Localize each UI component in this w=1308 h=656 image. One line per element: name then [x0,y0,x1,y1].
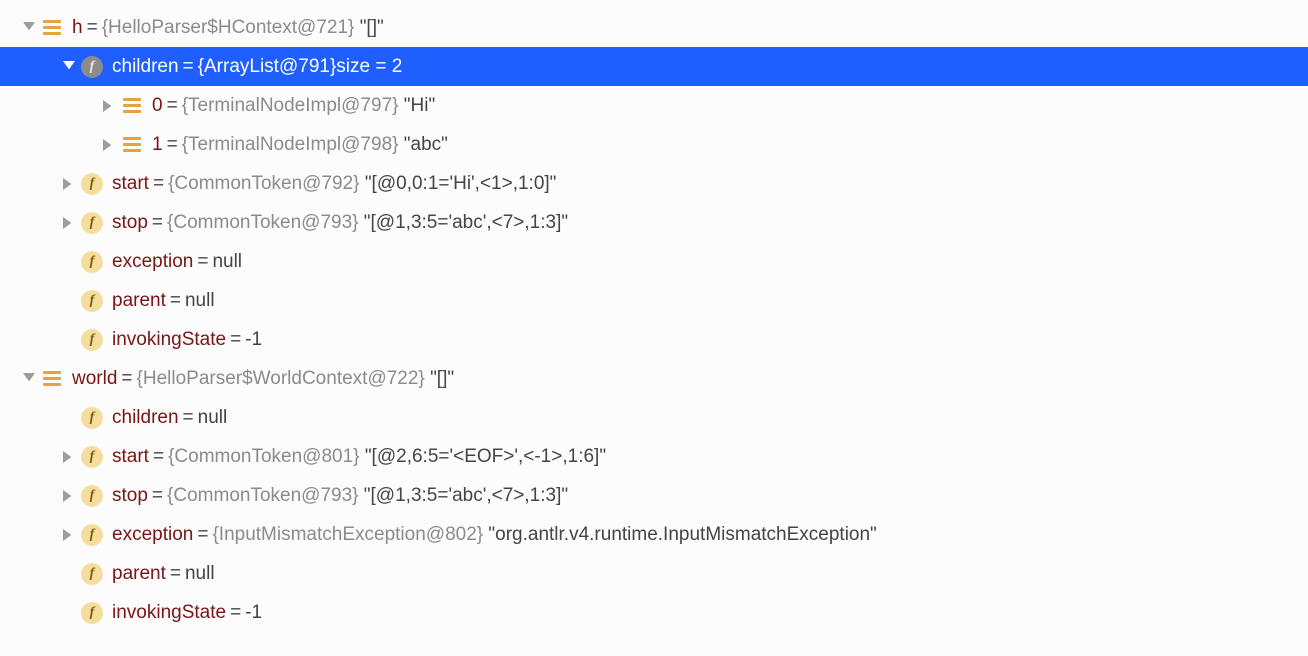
var-name: 0 [152,95,163,117]
var-name: exception [112,251,193,273]
collapse-arrow-icon[interactable] [58,178,80,190]
var-value: size = 2 [336,56,402,78]
var-name: parent [112,563,166,585]
field-icon: f [80,289,104,313]
tree-row[interactable]: f exception = null [0,242,1308,281]
collapse-arrow-icon[interactable] [58,451,80,463]
var-type: {ArrayList@791} [198,56,337,78]
tree-row[interactable]: f parent = null [0,281,1308,320]
var-name: world [72,368,117,390]
tree-row[interactable]: f stop = {CommonToken@793} "[@1,3:5='abc… [0,203,1308,242]
tree-row[interactable]: f invokingState = -1 [0,593,1308,632]
var-type: {TerminalNodeImpl@798} [182,134,399,156]
var-value: "[]" [354,17,383,39]
collapse-arrow-icon[interactable] [98,139,120,151]
var-value: null [198,407,228,429]
var-type: {HelloParser$HContext@721} [102,17,355,39]
tree-row-h[interactable]: h = {HelloParser$HContext@721} "[]" [0,8,1308,47]
var-type: {HelloParser$WorldContext@722} [137,368,425,390]
expand-arrow-icon[interactable] [18,373,40,385]
tree-row[interactable]: f children = null [0,398,1308,437]
var-name: start [112,173,149,195]
var-value: null [212,251,242,273]
array-icon [40,367,64,391]
tree-row-h-children[interactable]: f children = {ArrayList@791} size = 2 [0,47,1308,86]
var-value: "[@1,3:5='abc',<7>,1:3]" [359,212,569,234]
var-type: {CommonToken@793} [167,212,358,234]
field-icon: f [80,523,104,547]
field-icon: f [80,55,104,79]
tree-row[interactable]: f parent = null [0,554,1308,593]
var-name: stop [112,485,148,507]
tree-row[interactable]: f exception = {InputMismatchException@80… [0,515,1308,554]
field-icon: f [80,601,104,625]
expand-arrow-icon[interactable] [58,61,80,73]
array-icon [120,94,144,118]
var-value: "[@2,6:5='<EOF>',<-1>,1:6]" [360,446,607,468]
var-value: "[@0,0:1='Hi',<1>,1:0]" [360,173,557,195]
var-type: {CommonToken@793} [167,485,358,507]
field-icon: f [80,211,104,235]
var-value: null [185,563,215,585]
var-name: 1 [152,134,163,156]
collapse-arrow-icon[interactable] [58,529,80,541]
field-icon: f [80,562,104,586]
field-icon: f [80,328,104,352]
var-name: invokingState [112,602,226,624]
collapse-arrow-icon[interactable] [98,100,120,112]
array-icon [40,16,64,40]
array-icon [120,133,144,157]
var-type: {TerminalNodeImpl@797} [182,95,399,117]
var-name: children [112,56,179,78]
var-type: {InputMismatchException@802} [212,524,483,546]
var-value: "[@1,3:5='abc',<7>,1:3]" [359,485,569,507]
var-name: children [112,407,179,429]
field-icon: f [80,172,104,196]
tree-row-array-item[interactable]: 0 = {TerminalNodeImpl@797} "Hi" [0,86,1308,125]
var-name: parent [112,290,166,312]
tree-row[interactable]: f stop = {CommonToken@793} "[@1,3:5='abc… [0,476,1308,515]
field-icon: f [80,250,104,274]
field-icon: f [80,445,104,469]
tree-row[interactable]: f start = {CommonToken@801} "[@2,6:5='<E… [0,437,1308,476]
var-value: "org.antlr.v4.runtime.InputMismatchExcep… [483,524,877,546]
var-name: start [112,446,149,468]
collapse-arrow-icon[interactable] [58,490,80,502]
var-type: {CommonToken@801} [168,446,359,468]
var-value: -1 [245,602,262,624]
variables-tree: h = {HelloParser$HContext@721} "[]" f ch… [0,0,1308,640]
var-name: h [72,17,83,39]
field-icon: f [80,484,104,508]
tree-row[interactable]: f start = {CommonToken@792} "[@0,0:1='Hi… [0,164,1308,203]
var-value: null [185,290,215,312]
var-name: exception [112,524,193,546]
var-value: -1 [245,329,262,351]
var-value: "[]" [425,368,454,390]
var-type: {CommonToken@792} [168,173,359,195]
var-name: stop [112,212,148,234]
tree-row-array-item[interactable]: 1 = {TerminalNodeImpl@798} "abc" [0,125,1308,164]
tree-row[interactable]: f invokingState = -1 [0,320,1308,359]
collapse-arrow-icon[interactable] [58,217,80,229]
field-icon: f [80,406,104,430]
var-value: "abc" [398,134,447,156]
expand-arrow-icon[interactable] [18,22,40,34]
var-value: "Hi" [398,95,435,117]
var-name: invokingState [112,329,226,351]
tree-row-world[interactable]: world = {HelloParser$WorldContext@722} "… [0,359,1308,398]
